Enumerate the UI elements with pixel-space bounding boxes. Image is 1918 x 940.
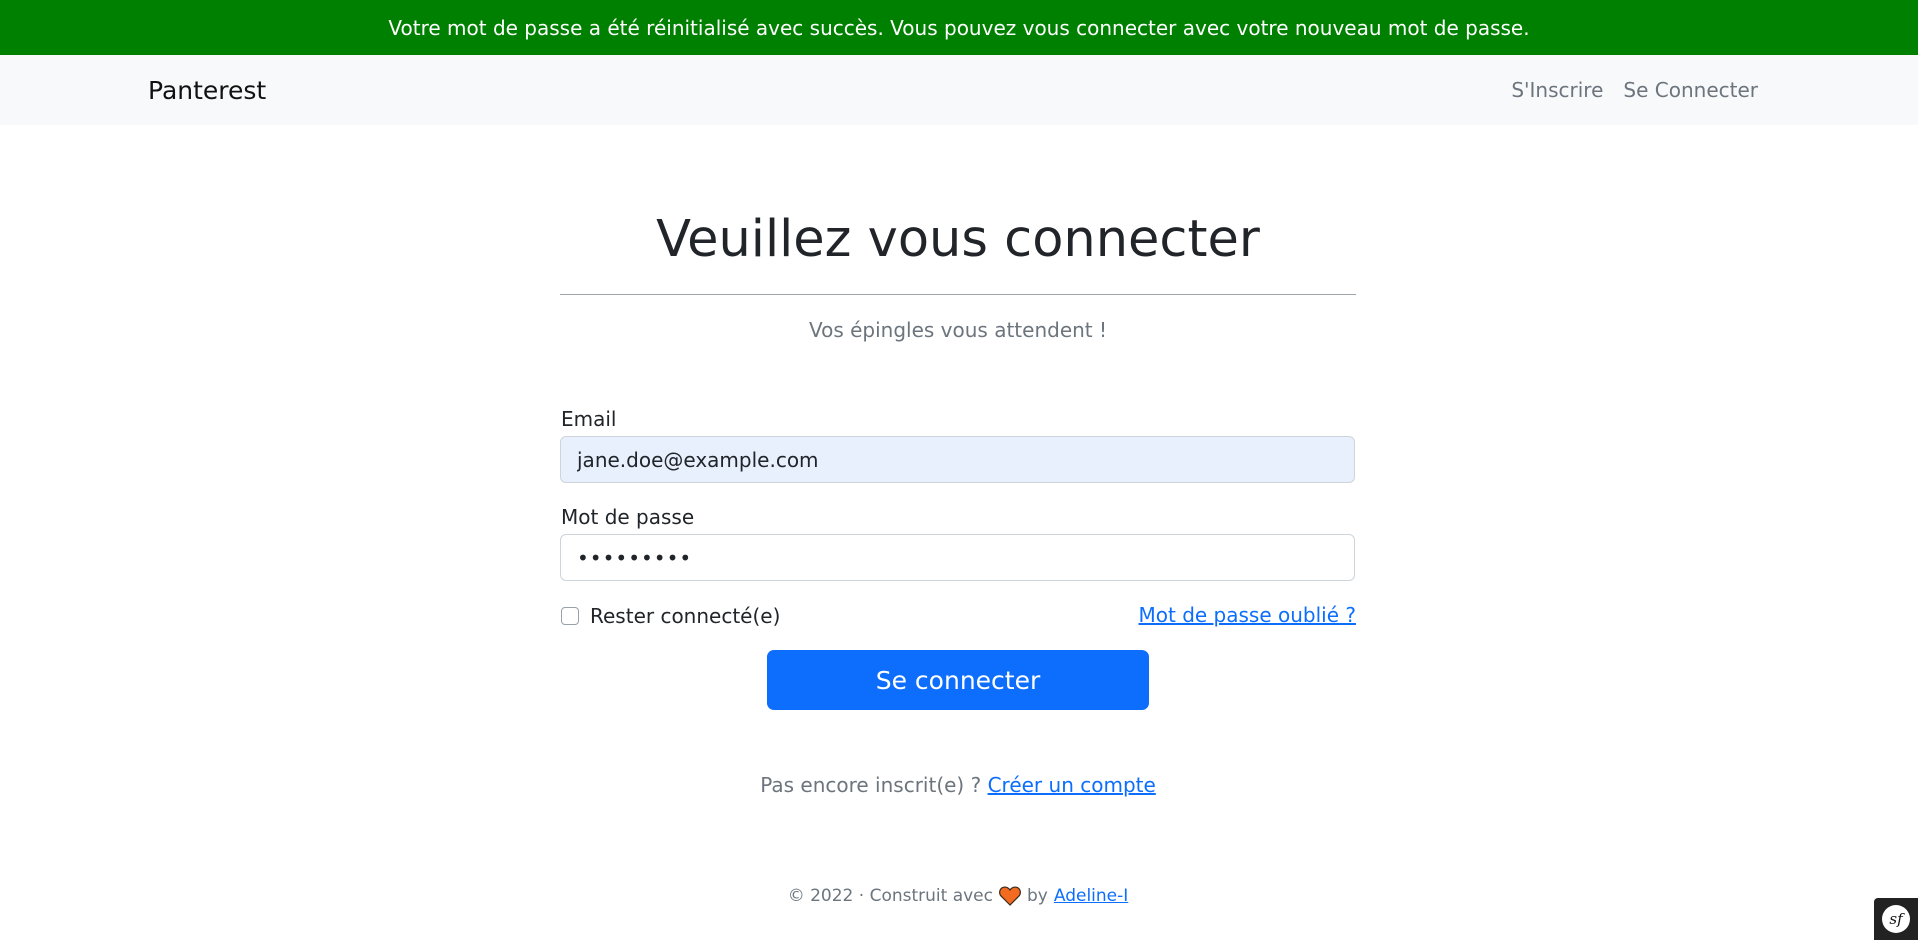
create-account-link[interactable]: Créer un compte xyxy=(988,773,1156,797)
remember-me-row: Rester connecté(e) xyxy=(561,603,780,629)
remember-me-checkbox[interactable] xyxy=(561,607,579,625)
heart-icon xyxy=(999,886,1021,906)
login-submit-button[interactable]: Se connecter xyxy=(767,650,1149,710)
author-link[interactable]: Adeline-I xyxy=(1054,886,1128,906)
nav-signup-link[interactable]: S'Inscrire xyxy=(1511,78,1603,102)
title-divider xyxy=(560,294,1356,295)
password-label: Mot de passe xyxy=(561,505,695,529)
brand-logo-link[interactable]: Panterest xyxy=(148,55,266,125)
page-title: Veuillez vous connecter xyxy=(656,210,1260,269)
footer-by: by xyxy=(1027,886,1048,906)
footer: © 2022 · Construit avec by Adeline-I xyxy=(560,886,1356,906)
symfony-debug-toolbar-toggle[interactable]: sf xyxy=(1874,898,1918,940)
password-field[interactable] xyxy=(560,534,1355,581)
signup-prompt-text: Pas encore inscrit(e) ? xyxy=(760,773,982,797)
flash-message: Votre mot de passe a été réinitialisé av… xyxy=(388,15,1530,40)
nav-login-link[interactable]: Se Connecter xyxy=(1623,78,1758,102)
flash-success-banner: Votre mot de passe a été réinitialisé av… xyxy=(0,0,1918,55)
email-label: Email xyxy=(561,407,617,431)
symfony-icon: sf xyxy=(1882,905,1910,933)
navbar: Panterest S'Inscrire Se Connecter xyxy=(0,55,1918,125)
footer-copyright: © 2022 · Construit avec xyxy=(787,886,993,906)
nav-links: S'Inscrire Se Connecter xyxy=(1511,55,1758,125)
forgot-password-link[interactable]: Mot de passe oublié ? xyxy=(1139,603,1357,627)
email-field[interactable] xyxy=(560,436,1355,483)
signup-prompt-row: Pas encore inscrit(e) ? Créer un compte xyxy=(560,773,1356,797)
page-subtitle: Vos épingles vous attendent ! xyxy=(808,318,1108,342)
remember-me-label[interactable]: Rester connecté(e) xyxy=(590,604,780,628)
